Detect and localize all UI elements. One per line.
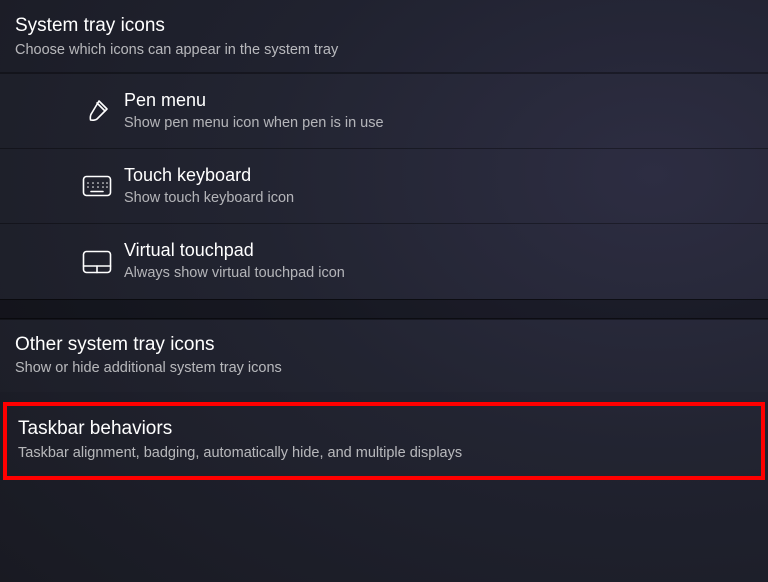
virtual-touchpad-item[interactable]: Virtual touchpad Always show virtual tou… [0, 223, 768, 298]
touch-keyboard-item[interactable]: Touch keyboard Show touch keyboard icon [0, 148, 768, 223]
taskbar-behaviors-row[interactable]: Taskbar behaviors Taskbar alignment, bad… [3, 402, 765, 480]
touch-keyboard-desc: Show touch keyboard icon [124, 188, 294, 210]
virtual-touchpad-icon [80, 245, 114, 279]
system-tray-icons-title: System tray icons [15, 13, 753, 39]
pen-menu-desc: Show pen menu icon when pen is in use [124, 113, 384, 135]
other-system-tray-icons-title: Other system tray icons [15, 332, 753, 358]
pen-menu-title: Pen menu [124, 88, 384, 112]
section-divider [0, 299, 768, 319]
system-tray-items-list: Pen menu Show pen menu icon when pen is … [0, 72, 768, 298]
touch-keyboard-title: Touch keyboard [124, 163, 294, 187]
virtual-touchpad-title: Virtual touchpad [124, 238, 345, 262]
system-tray-icons-header[interactable]: System tray icons Choose which icons can… [0, 0, 768, 72]
other-system-tray-icons-row[interactable]: Other system tray icons Show or hide add… [0, 319, 768, 392]
touch-keyboard-icon [80, 169, 114, 203]
virtual-touchpad-desc: Always show virtual touchpad icon [124, 263, 345, 285]
taskbar-behaviors-desc: Taskbar alignment, badging, automaticall… [18, 443, 750, 465]
pen-menu-icon [80, 94, 114, 128]
other-system-tray-icons-desc: Show or hide additional system tray icon… [15, 358, 753, 380]
system-tray-icons-desc: Choose which icons can appear in the sys… [15, 40, 753, 62]
pen-menu-item[interactable]: Pen menu Show pen menu icon when pen is … [0, 72, 768, 148]
taskbar-behaviors-title: Taskbar behaviors [18, 416, 750, 442]
